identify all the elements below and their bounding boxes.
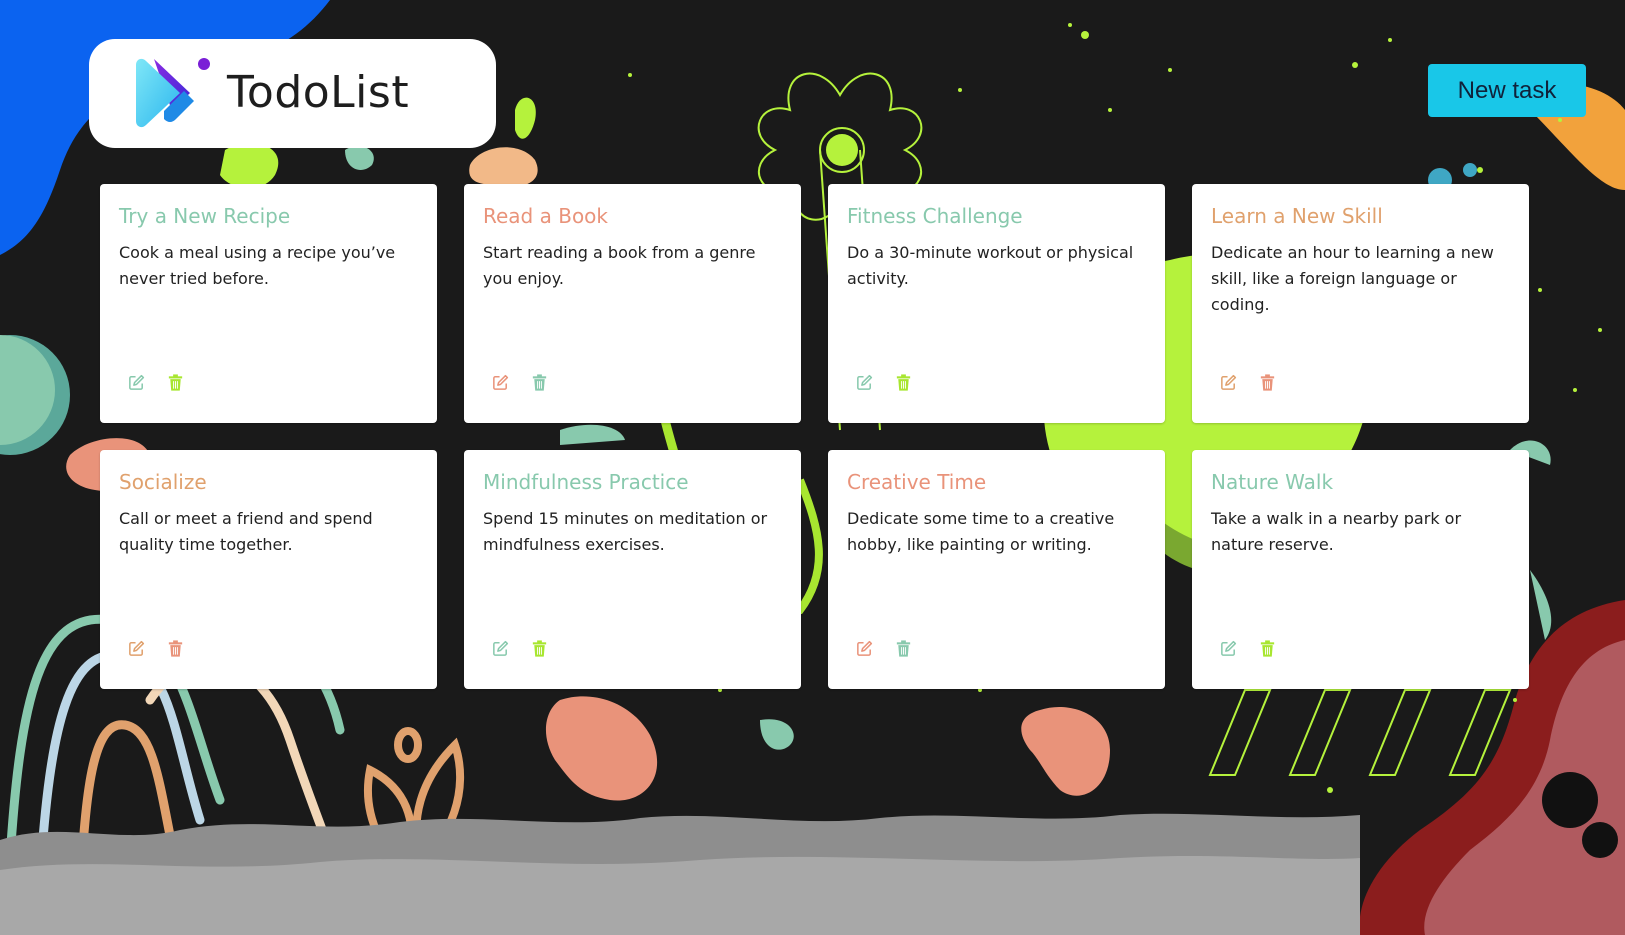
trash-icon[interactable] (166, 373, 185, 392)
task-title: Socialize (119, 470, 207, 494)
task-card: Read a Book Start reading a book from a … (464, 184, 801, 423)
task-actions (855, 639, 913, 658)
task-description: Dedicate an hour to learning a new skill… (1211, 243, 1494, 314)
task-card: Fitness Challenge Do a 30-minute workout… (828, 184, 1165, 423)
task-actions (127, 639, 185, 658)
task-description: Call or meet a friend and spend quality … (119, 509, 373, 554)
task-title: Learn a New Skill (1211, 204, 1383, 228)
edit-icon[interactable] (127, 373, 146, 392)
task-grid: Try a New Recipe Cook a meal using a rec… (100, 184, 1529, 689)
new-task-button[interactable]: New task (1428, 64, 1586, 117)
task-title: Nature Walk (1211, 470, 1334, 494)
task-card: Mindfulness Practice Spend 15 minutes on… (464, 450, 801, 689)
task-actions (855, 373, 913, 392)
task-card: Creative Time Dedicate some time to a cr… (828, 450, 1165, 689)
task-card: Try a New Recipe Cook a meal using a rec… (100, 184, 437, 423)
task-actions (1219, 373, 1277, 392)
task-actions (1219, 639, 1277, 658)
task-title: Read a Book (483, 204, 608, 228)
trash-icon[interactable] (530, 639, 549, 658)
task-title: Creative Time (847, 470, 987, 494)
edit-icon[interactable] (855, 373, 874, 392)
trash-icon[interactable] (894, 639, 913, 658)
task-description: Spend 15 minutes on meditation or mindfu… (483, 509, 768, 554)
task-title: Try a New Recipe (119, 204, 291, 228)
task-card: Socialize Call or meet a friend and spen… (100, 450, 437, 689)
task-description: Dedicate some time to a creative hobby, … (847, 509, 1115, 554)
task-description: Cook a meal using a recipe you’ve never … (119, 243, 396, 288)
edit-icon[interactable] (1219, 373, 1238, 392)
trash-icon[interactable] (530, 373, 549, 392)
trash-icon[interactable] (1258, 639, 1277, 658)
edit-icon[interactable] (491, 639, 510, 658)
task-description: Start reading a book from a genre you en… (483, 243, 756, 288)
trash-icon[interactable] (1258, 373, 1277, 392)
task-card: Learn a New Skill Dedicate an hour to le… (1192, 184, 1529, 423)
edit-icon[interactable] (855, 639, 874, 658)
edit-icon[interactable] (491, 373, 510, 392)
todolist-logo-icon (136, 58, 210, 128)
task-actions (491, 373, 549, 392)
trash-icon[interactable] (166, 639, 185, 658)
task-actions (127, 373, 185, 392)
task-actions (491, 639, 549, 658)
logo-card: TodoList (89, 39, 496, 148)
edit-icon[interactable] (127, 639, 146, 658)
task-description: Do a 30-minute workout or physical activ… (847, 243, 1134, 288)
edit-icon[interactable] (1219, 639, 1238, 658)
task-title: Fitness Challenge (847, 204, 1023, 228)
trash-icon[interactable] (894, 373, 913, 392)
app-title: TodoList (227, 67, 410, 118)
task-description: Take a walk in a nearby park or nature r… (1211, 509, 1462, 554)
task-card: Nature Walk Take a walk in a nearby park… (1192, 450, 1529, 689)
task-title: Mindfulness Practice (483, 470, 689, 494)
